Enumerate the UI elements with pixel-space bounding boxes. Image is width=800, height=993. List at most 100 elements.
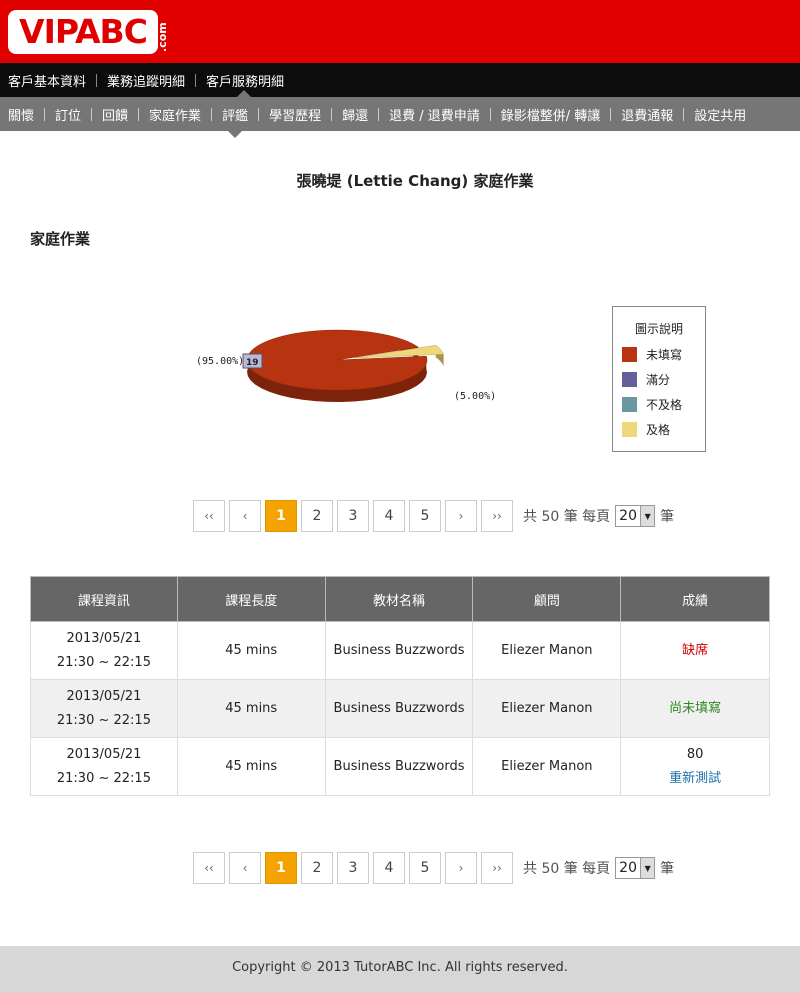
page-3-button[interactable]: 3 (337, 500, 369, 532)
course-length-cell: 45 mins (176, 621, 326, 680)
col-material: 教材名稱 (324, 576, 474, 622)
prev-page-button[interactable]: ‹ (229, 852, 261, 884)
subnav-homework[interactable]: 家庭作業 (149, 105, 201, 124)
page-1-button[interactable]: 1 (265, 852, 297, 884)
subnav-divider (138, 107, 140, 121)
subnav-divider (610, 107, 612, 121)
col-consultant: 顧問 (472, 576, 622, 622)
course-length-cell: 45 mins (176, 679, 326, 738)
first-page-button[interactable]: ‹‹ (193, 500, 225, 532)
chart-legend: 圖示說明 未填寫 滿分 不及格 及格 (612, 306, 706, 452)
last-page-button[interactable]: ›› (481, 500, 513, 532)
status-pending: 尚未填寫 (669, 700, 722, 716)
subnav-refund-notice[interactable]: 退費通報 (621, 105, 673, 124)
page-5-button[interactable]: 5 (409, 500, 441, 532)
pie-slice-0 (246, 329, 428, 391)
page-3-button[interactable]: 3 (337, 852, 369, 884)
page-5-button[interactable]: 5 (409, 852, 441, 884)
subnav-return[interactable]: 歸還 (342, 105, 368, 124)
page-title: 張曉堤 (Lettie Chang) 家庭作業 (296, 172, 534, 190)
legend-item-pass: 及格 (622, 421, 705, 437)
chevron-down-icon[interactable]: ▼ (640, 506, 655, 526)
consultant-cell: Eliezer Manon (472, 679, 622, 738)
secondary-nav: 關懷 訂位 回饋 家庭作業 評鑑 學習歷程 歸還 退費 / 退費申請 錄影檔整併… (0, 97, 800, 131)
material-cell: Business Buzzwords (324, 679, 474, 738)
legend-swatch (622, 396, 637, 412)
pagination-top: ‹‹ ‹ 1 2 3 4 5 › ›› 共 50 筆 每頁 20 ▼ 筆 (193, 500, 674, 532)
nav-divider (195, 73, 197, 87)
nav-customer-service[interactable]: 客戶服務明細 (206, 71, 284, 90)
course-info-cell: 2013/05/21 21:30 ~ 22:15 (30, 621, 178, 680)
nav-sales-tracking[interactable]: 業務追蹤明細 (107, 71, 185, 90)
col-score: 成績 (620, 576, 770, 622)
course-date: 2013/05/21 (66, 688, 142, 704)
homework-table: 課程資訊 課程長度 教材名稱 顧問 成績 2013/05/21 21:30 ~ … (30, 576, 770, 796)
subnav-refund[interactable]: 退費 / 退費申請 (389, 105, 480, 124)
course-length-cell: 45 mins (176, 737, 326, 796)
next-page-button[interactable]: › (445, 852, 477, 884)
last-page-button[interactable]: ›› (481, 852, 513, 884)
subnav-care[interactable]: 關懷 (8, 105, 34, 124)
next-page-button[interactable]: › (445, 500, 477, 532)
subnav-feedback[interactable]: 回饋 (102, 105, 128, 124)
subnav-booking[interactable]: 訂位 (55, 105, 81, 124)
subnav-shared-settings[interactable]: 設定共用 (694, 105, 746, 124)
legend-label: 不及格 (646, 397, 683, 412)
pagination-bottom: ‹‹ ‹ 1 2 3 4 5 › ›› 共 50 筆 每頁 20 ▼ 筆 (193, 852, 674, 884)
legend-title: 圖示說明 (634, 322, 683, 336)
copyright-text: Copyright © 2013 TutorABC Inc. All right… (232, 960, 568, 975)
consultant-cell: Eliezer Manon (472, 621, 622, 680)
section-title: 家庭作業 (30, 230, 91, 248)
pie-percent-label-unfilled: (95.00%) (196, 356, 244, 367)
score-cell: 缺席 (620, 621, 770, 680)
subnav-divider (258, 107, 260, 121)
page-2-button[interactable]: 2 (301, 500, 333, 532)
course-date: 2013/05/21 (66, 746, 142, 762)
homework-pie-chart: (95.00%) 19 (5.00%) (196, 329, 496, 402)
prev-page-button[interactable]: ‹ (229, 500, 261, 532)
legend-item-fail: 不及格 (622, 396, 705, 412)
retest-link[interactable]: 重新測試 (669, 771, 721, 786)
subnav-divider (211, 107, 213, 121)
subnav-divider (489, 107, 491, 121)
per-page-value: 20 (619, 860, 637, 876)
subnav-divider (683, 107, 685, 121)
table-header-row: 課程資訊 課程長度 教材名稱 顧問 成績 (30, 576, 770, 622)
table-row: 2013/05/21 21:30 ~ 22:15 45 mins Busines… (30, 621, 770, 680)
pager-total-text: 共 50 筆 每頁 (523, 509, 611, 525)
subnav-divider (331, 107, 333, 121)
col-course-length: 課程長度 (176, 576, 326, 622)
page-4-button[interactable]: 4 (373, 500, 405, 532)
per-page-select[interactable]: 20 ▼ (615, 857, 656, 879)
per-page-select[interactable]: 20 ▼ (615, 505, 656, 527)
page-2-button[interactable]: 2 (301, 852, 333, 884)
pager-suffix: 筆 (660, 861, 675, 877)
subnav-divider (91, 107, 93, 121)
active-tab-indicator (237, 90, 251, 97)
pager-info: 共 50 筆 每頁 20 ▼ 筆 (523, 505, 674, 527)
subnav-evaluation[interactable]: 評鑑 (222, 105, 248, 124)
logo-text: VIPABC (19, 12, 148, 51)
table-row: 2013/05/21 21:30 ~ 22:15 45 mins Busines… (30, 679, 770, 738)
table-row: 2013/05/21 21:30 ~ 22:15 45 mins Busines… (30, 737, 770, 796)
page-4-button[interactable]: 4 (373, 852, 405, 884)
course-date: 2013/05/21 (66, 630, 142, 646)
course-time: 21:30 ~ 22:15 (56, 654, 151, 670)
score-cell: 尚未填寫 (620, 679, 770, 738)
vipabc-logo[interactable]: VIPABC (8, 10, 158, 54)
legend-swatch (622, 421, 637, 437)
score-value: 80 (686, 746, 704, 762)
subnav-recording-merge[interactable]: 錄影檔整併/ 轉讓 (501, 105, 601, 124)
pager-info: 共 50 筆 每頁 20 ▼ 筆 (523, 857, 674, 879)
nav-customer-profile[interactable]: 客戶基本資料 (8, 71, 86, 90)
legend-item-full-score: 滿分 (622, 371, 705, 387)
course-info-cell: 2013/05/21 21:30 ~ 22:15 (30, 679, 178, 738)
subnav-learning-history[interactable]: 學習歷程 (269, 105, 321, 124)
pie-value-label: 19 (246, 358, 259, 368)
material-cell: Business Buzzwords (324, 621, 474, 680)
chevron-down-icon[interactable]: ▼ (640, 858, 655, 878)
page-1-button[interactable]: 1 (265, 500, 297, 532)
nav-divider (96, 73, 98, 87)
first-page-button[interactable]: ‹‹ (193, 852, 225, 884)
legend-swatch (622, 371, 637, 387)
